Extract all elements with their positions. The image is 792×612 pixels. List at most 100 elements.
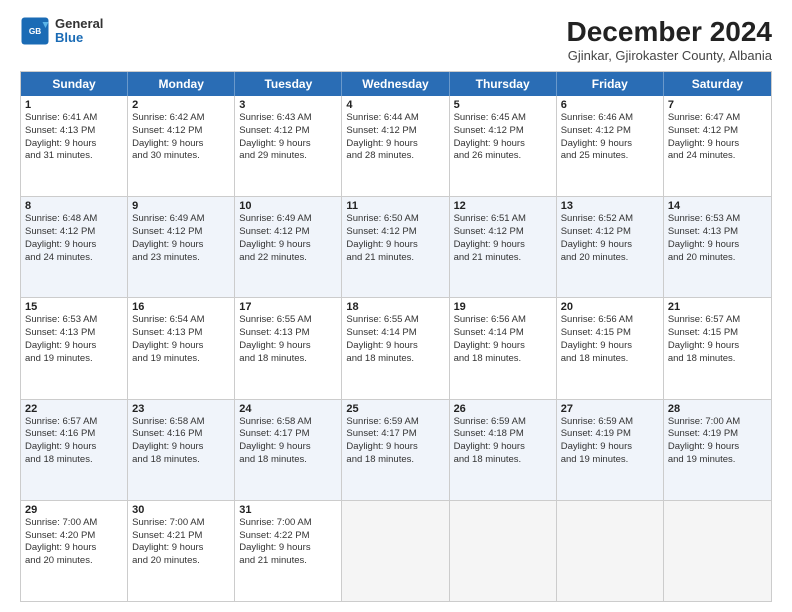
cell-line: Sunrise: 6:46 AM: [561, 112, 659, 125]
calendar-day-empty-4-5: [557, 501, 664, 601]
cell-line: Sunset: 4:12 PM: [454, 125, 552, 138]
cell-line: Daylight: 9 hours: [239, 542, 337, 555]
cell-line: and 19 minutes.: [561, 454, 659, 467]
cell-line: Sunrise: 7:00 AM: [132, 517, 230, 530]
main-title: December 2024: [567, 16, 772, 48]
cell-line: Sunset: 4:13 PM: [668, 226, 767, 239]
cell-line: Daylight: 9 hours: [132, 138, 230, 151]
day-number: 14: [668, 200, 767, 212]
cell-line: Daylight: 9 hours: [239, 138, 337, 151]
calendar-day-21: 21Sunrise: 6:57 AMSunset: 4:15 PMDayligh…: [664, 298, 771, 398]
cell-line: Daylight: 9 hours: [454, 340, 552, 353]
calendar-day-11: 11Sunrise: 6:50 AMSunset: 4:12 PMDayligh…: [342, 197, 449, 297]
calendar-day-5: 5Sunrise: 6:45 AMSunset: 4:12 PMDaylight…: [450, 96, 557, 196]
calendar-day-empty-4-4: [450, 501, 557, 601]
calendar-day-19: 19Sunrise: 6:56 AMSunset: 4:14 PMDayligh…: [450, 298, 557, 398]
cell-line: Sunset: 4:12 PM: [561, 226, 659, 239]
cell-line: Sunrise: 6:53 AM: [25, 314, 123, 327]
cell-line: Daylight: 9 hours: [132, 239, 230, 252]
cell-line: Sunset: 4:13 PM: [239, 327, 337, 340]
cell-line: and 20 minutes.: [668, 252, 767, 265]
cell-line: Sunrise: 6:45 AM: [454, 112, 552, 125]
cell-line: Sunset: 4:19 PM: [561, 428, 659, 441]
cell-line: Sunset: 4:15 PM: [561, 327, 659, 340]
cell-line: Sunset: 4:12 PM: [132, 226, 230, 239]
day-number: 4: [346, 99, 444, 111]
cell-line: Sunrise: 6:59 AM: [454, 416, 552, 429]
cell-line: Sunset: 4:12 PM: [239, 125, 337, 138]
calendar-day-empty-4-6: [664, 501, 771, 601]
cell-line: Sunset: 4:12 PM: [668, 125, 767, 138]
day-number: 10: [239, 200, 337, 212]
calendar-day-14: 14Sunrise: 6:53 AMSunset: 4:13 PMDayligh…: [664, 197, 771, 297]
calendar-day-30: 30Sunrise: 7:00 AMSunset: 4:21 PMDayligh…: [128, 501, 235, 601]
cell-line: Sunset: 4:14 PM: [454, 327, 552, 340]
cell-line: Sunrise: 6:47 AM: [668, 112, 767, 125]
calendar-day-12: 12Sunrise: 6:51 AMSunset: 4:12 PMDayligh…: [450, 197, 557, 297]
cell-line: Daylight: 9 hours: [346, 138, 444, 151]
day-number: 9: [132, 200, 230, 212]
cell-line: Daylight: 9 hours: [346, 239, 444, 252]
day-number: 31: [239, 504, 337, 516]
cell-line: and 26 minutes.: [454, 150, 552, 163]
cell-line: Daylight: 9 hours: [132, 542, 230, 555]
calendar-day-empty-4-3: [342, 501, 449, 601]
cell-line: Daylight: 9 hours: [454, 441, 552, 454]
calendar-day-4: 4Sunrise: 6:44 AMSunset: 4:12 PMDaylight…: [342, 96, 449, 196]
cell-line: Daylight: 9 hours: [561, 138, 659, 151]
cell-line: Sunrise: 7:00 AM: [239, 517, 337, 530]
day-number: 30: [132, 504, 230, 516]
cell-line: Daylight: 9 hours: [25, 441, 123, 454]
logo-general-text: General: [55, 17, 103, 31]
cell-line: and 19 minutes.: [132, 353, 230, 366]
cell-line: Daylight: 9 hours: [561, 239, 659, 252]
cell-line: and 29 minutes.: [239, 150, 337, 163]
cell-line: and 18 minutes.: [132, 454, 230, 467]
calendar-day-24: 24Sunrise: 6:58 AMSunset: 4:17 PMDayligh…: [235, 400, 342, 500]
cell-line: Daylight: 9 hours: [346, 441, 444, 454]
cell-line: and 18 minutes.: [346, 353, 444, 366]
day-number: 28: [668, 403, 767, 415]
cell-line: Sunset: 4:12 PM: [561, 125, 659, 138]
cell-line: and 20 minutes.: [132, 555, 230, 568]
calendar-day-25: 25Sunrise: 6:59 AMSunset: 4:17 PMDayligh…: [342, 400, 449, 500]
cell-line: Sunset: 4:22 PM: [239, 530, 337, 543]
cell-line: Sunrise: 6:57 AM: [668, 314, 767, 327]
cell-line: and 19 minutes.: [668, 454, 767, 467]
day-number: 19: [454, 301, 552, 313]
weekday-header-wednesday: Wednesday: [342, 72, 449, 96]
day-number: 12: [454, 200, 552, 212]
calendar-day-20: 20Sunrise: 6:56 AMSunset: 4:15 PMDayligh…: [557, 298, 664, 398]
cell-line: Daylight: 9 hours: [25, 542, 123, 555]
day-number: 5: [454, 99, 552, 111]
weekday-header-monday: Monday: [128, 72, 235, 96]
calendar-day-17: 17Sunrise: 6:55 AMSunset: 4:13 PMDayligh…: [235, 298, 342, 398]
day-number: 25: [346, 403, 444, 415]
cell-line: Sunset: 4:12 PM: [454, 226, 552, 239]
cell-line: Sunrise: 6:44 AM: [346, 112, 444, 125]
cell-line: Sunrise: 6:58 AM: [132, 416, 230, 429]
cell-line: Sunset: 4:12 PM: [25, 226, 123, 239]
cell-line: Sunset: 4:16 PM: [25, 428, 123, 441]
cell-line: and 21 minutes.: [346, 252, 444, 265]
cell-line: and 21 minutes.: [454, 252, 552, 265]
cell-line: Daylight: 9 hours: [239, 441, 337, 454]
calendar-week-4: 22Sunrise: 6:57 AMSunset: 4:16 PMDayligh…: [21, 400, 771, 501]
cell-line: Sunset: 4:15 PM: [668, 327, 767, 340]
cell-line: Sunset: 4:14 PM: [346, 327, 444, 340]
calendar-body: 1Sunrise: 6:41 AMSunset: 4:13 PMDaylight…: [21, 96, 771, 601]
day-number: 20: [561, 301, 659, 313]
cell-line: Daylight: 9 hours: [668, 340, 767, 353]
cell-line: Sunset: 4:13 PM: [25, 327, 123, 340]
calendar-day-28: 28Sunrise: 7:00 AMSunset: 4:19 PMDayligh…: [664, 400, 771, 500]
cell-line: Sunset: 4:12 PM: [132, 125, 230, 138]
calendar-day-2: 2Sunrise: 6:42 AMSunset: 4:12 PMDaylight…: [128, 96, 235, 196]
day-number: 18: [346, 301, 444, 313]
day-number: 2: [132, 99, 230, 111]
calendar-week-3: 15Sunrise: 6:53 AMSunset: 4:13 PMDayligh…: [21, 298, 771, 399]
calendar-day-1: 1Sunrise: 6:41 AMSunset: 4:13 PMDaylight…: [21, 96, 128, 196]
cell-line: Sunrise: 6:41 AM: [25, 112, 123, 125]
day-number: 22: [25, 403, 123, 415]
calendar-day-9: 9Sunrise: 6:49 AMSunset: 4:12 PMDaylight…: [128, 197, 235, 297]
cell-line: Sunset: 4:12 PM: [346, 125, 444, 138]
